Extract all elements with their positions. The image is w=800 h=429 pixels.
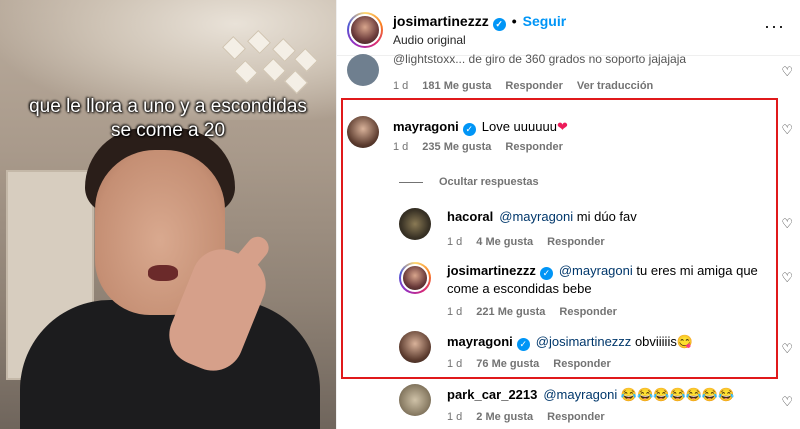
comment-meta: 1 d 235 Me gusta Responder bbox=[393, 141, 577, 153]
comment-username[interactable]: hacoral bbox=[447, 209, 493, 224]
audio-label[interactable]: Audio original bbox=[393, 33, 466, 47]
separator: • bbox=[511, 13, 517, 29]
commenter-avatar[interactable] bbox=[347, 54, 379, 86]
author-avatar[interactable] bbox=[347, 12, 383, 48]
comment-meta: 1 d 221 Me gusta Responder bbox=[447, 306, 631, 318]
follow-button[interactable]: Seguir bbox=[523, 13, 567, 29]
heart-icon[interactable]: ♡ bbox=[781, 394, 793, 410]
comment-body: obviiiiis bbox=[634, 334, 677, 349]
heart-icon[interactable]: ♡ bbox=[781, 270, 793, 286]
heart-icon[interactable]: ♡ bbox=[781, 64, 793, 80]
comment-username[interactable]: park_car_2213 bbox=[447, 387, 537, 402]
comment-time: 1 d bbox=[393, 80, 409, 92]
verified-icon: ✓ bbox=[539, 267, 553, 280]
comment-likes[interactable]: 4 Me gusta bbox=[476, 236, 533, 248]
comment-username[interactable]: mayragoni bbox=[447, 334, 513, 349]
comment-meta: 1 d 181 Me gusta Responder Ver traducción bbox=[393, 80, 667, 92]
comment-mention[interactable]: @mayragoni bbox=[499, 209, 573, 224]
comment-time: 1 d bbox=[447, 358, 463, 370]
comment-time: 1 d bbox=[447, 306, 463, 318]
laughing-emojis: 😂😂😂😂😂😂😂 bbox=[620, 387, 735, 402]
comment-body: mi dúo fav bbox=[576, 209, 637, 224]
hide-replies-button[interactable]: Ocultar respuestas bbox=[399, 176, 539, 188]
reply-button[interactable]: Responder bbox=[547, 236, 604, 248]
commenter-avatar[interactable] bbox=[399, 262, 431, 294]
comment-likes[interactable]: 2 Me gusta bbox=[476, 411, 533, 423]
verified-icon: ✓ bbox=[492, 18, 506, 31]
post-header: josimartinezzz ✓ • Seguir Audio original ··… bbox=[337, 0, 800, 56]
reply-button[interactable]: Responder bbox=[505, 80, 562, 92]
heart-emoji: ❤ bbox=[556, 119, 568, 134]
comment-likes[interactable]: 235 Me gusta bbox=[422, 141, 491, 153]
commenter-avatar[interactable] bbox=[347, 116, 379, 148]
comment-mention[interactable]: @mayragoni bbox=[559, 263, 633, 278]
comments-panel: josimartinezzz ✓ • Seguir Audio original ··… bbox=[336, 0, 800, 429]
comment-text: park_car_2213 @mayragoni 😂😂😂😂😂😂😂 bbox=[447, 386, 734, 404]
more-options-icon[interactable]: ··· bbox=[764, 16, 785, 37]
reply-button[interactable]: Responder bbox=[505, 141, 562, 153]
commenter-avatar[interactable] bbox=[399, 208, 431, 240]
comment-username[interactable]: mayragoni bbox=[393, 119, 459, 134]
commenter-avatar[interactable] bbox=[399, 331, 431, 363]
comment-likes[interactable]: 76 Me gusta bbox=[476, 358, 539, 370]
verified-icon: ✓ bbox=[462, 123, 476, 136]
comment-mention[interactable]: @mayragoni bbox=[543, 387, 617, 402]
comment-text: hacoral @mayragoni mi dúo fav bbox=[447, 208, 637, 226]
person-mouth bbox=[148, 265, 178, 281]
comment-time: 1 d bbox=[447, 236, 463, 248]
reply-button[interactable]: Responder bbox=[547, 411, 604, 423]
heart-icon[interactable]: ♡ bbox=[781, 122, 793, 138]
comment-meta: 1 d 2 Me gusta Responder bbox=[447, 411, 619, 423]
reply-button[interactable]: Responder bbox=[559, 306, 616, 318]
yum-emoji: 😋 bbox=[676, 334, 694, 349]
author-username[interactable]: josimartinezzz bbox=[393, 13, 489, 29]
comment-body-line2: come a escondidas bebe bbox=[447, 281, 592, 296]
heart-icon[interactable]: ♡ bbox=[781, 341, 793, 357]
heart-icon[interactable]: ♡ bbox=[781, 216, 793, 232]
comment-text: mayragoni ✓ Love uuuuuu❤ bbox=[393, 118, 568, 136]
comment-text: mayragoni ✓ @josimartinezzz obviiiiis😋 bbox=[447, 333, 693, 351]
comment-meta: 1 d 76 Me gusta Responder bbox=[447, 358, 625, 370]
comment-body: tu eres mi amiga que bbox=[636, 263, 758, 278]
commenter-avatar[interactable] bbox=[399, 384, 431, 416]
person-shirt bbox=[20, 300, 320, 429]
comment-likes[interactable]: 221 Me gusta bbox=[476, 306, 545, 318]
comment-time: 1 d bbox=[393, 141, 409, 153]
comment-mention[interactable]: @josimartinezzz bbox=[536, 334, 632, 349]
comment-body: Love uuuuuu bbox=[481, 119, 557, 134]
comment-likes[interactable]: 181 Me gusta bbox=[422, 80, 491, 92]
video-caption: que le llora a uno y a escondidas se com… bbox=[29, 96, 307, 141]
verified-icon: ✓ bbox=[516, 338, 530, 351]
comment-text: @lightstoxx... de giro de 360 grados no … bbox=[393, 52, 687, 66]
comment-username[interactable]: josimartinezzz bbox=[447, 263, 536, 278]
chandelier bbox=[215, 29, 325, 100]
comment-text: josimartinezzz ✓ @mayragoni tu eres mi ami… bbox=[447, 262, 787, 298]
author-line: josimartinezzz ✓ • Seguir bbox=[393, 13, 566, 31]
translate-button[interactable]: Ver traducción bbox=[577, 80, 653, 92]
video-player[interactable]: que le llora a uno y a escondidas se com… bbox=[0, 0, 336, 429]
comment-time: 1 d bbox=[447, 411, 463, 423]
comment-meta: 1 d 4 Me gusta Responder bbox=[447, 236, 619, 248]
reply-button[interactable]: Responder bbox=[553, 358, 610, 370]
